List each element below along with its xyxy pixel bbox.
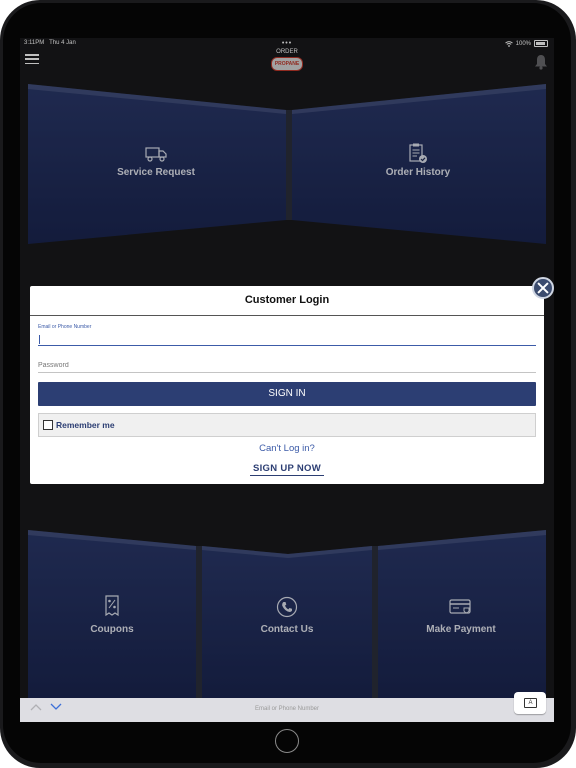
coupon-icon [105, 595, 119, 617]
app-logo: ••• ORDER PROPANE [266, 40, 308, 71]
truck-icon [145, 147, 167, 162]
remember-me-row[interactable]: Remember me [38, 413, 536, 437]
text-caret [39, 335, 40, 344]
logo-badge: PROPANE [271, 57, 303, 71]
remember-me-checkbox[interactable] [43, 420, 53, 430]
remember-me-label: Remember me [56, 420, 115, 430]
close-icon[interactable] [532, 277, 554, 299]
title-divider [30, 315, 544, 316]
bell-icon[interactable] [534, 54, 548, 70]
tile-order-history[interactable] [292, 84, 546, 244]
customer-login-modal: Customer Login Email or Phone Number SIG… [30, 286, 544, 484]
keyboard-icon[interactable]: A [514, 692, 546, 714]
email-field-label: Email or Phone Number [38, 324, 92, 330]
logo-order-text: ORDER [276, 49, 298, 55]
service-request-label: Service Request [117, 167, 195, 178]
phone-icon [276, 596, 298, 618]
logo-dots: ••• [281, 40, 293, 47]
keyboard-key-label: A [524, 698, 537, 708]
top-tiles [28, 84, 546, 244]
password-field[interactable] [38, 359, 536, 373]
ipad-device: 3:11PM Thu 4 Jan 100% ••• ORDER PROPANE [0, 0, 576, 768]
tile-service-request[interactable] [28, 84, 286, 244]
tile-contact-us[interactable] [202, 546, 372, 698]
app-screen: 3:11PM Thu 4 Jan 100% ••• ORDER PROPANE [20, 38, 554, 722]
sign-up-now-link[interactable]: SIGN UP NOW [250, 463, 324, 476]
cant-log-in-link[interactable]: Can't Log in? [30, 443, 544, 454]
keyboard-field-hint: Email or Phone Number [254, 706, 320, 712]
email-field[interactable] [38, 332, 536, 346]
nav-bar: ••• ORDER PROPANE [20, 40, 554, 80]
keyboard-accessory-bar: Email or Phone Number A [20, 692, 554, 722]
contact-us-label: Contact Us [260, 624, 314, 635]
clipboard-check-icon [409, 143, 427, 163]
hamburger-icon[interactable] [25, 54, 39, 64]
card-icon [449, 599, 471, 614]
modal-title: Customer Login [244, 294, 330, 306]
make-payment-label: Make Payment [426, 624, 496, 635]
home-button[interactable] [275, 729, 299, 753]
coupons-label: Coupons [90, 624, 134, 635]
sign-in-button[interactable]: SIGN IN [38, 382, 536, 406]
order-history-label: Order History [385, 167, 451, 178]
